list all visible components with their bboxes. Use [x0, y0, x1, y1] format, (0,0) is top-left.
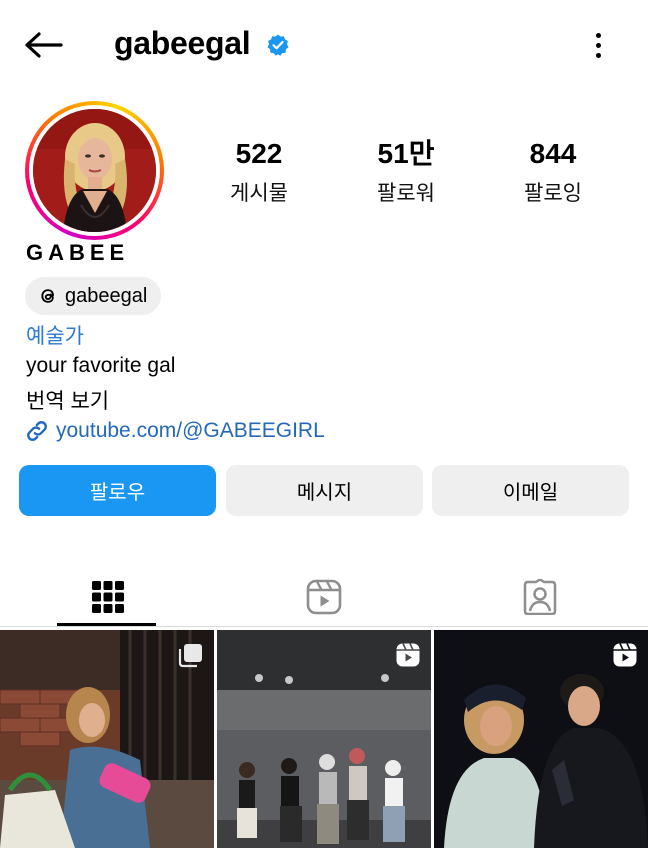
reels-icon: [396, 643, 420, 667]
posts-label: 게시물: [230, 182, 288, 205]
profile-category: 예술가: [26, 325, 84, 348]
tab-tagged[interactable]: [432, 567, 648, 627]
profile-link-text: youtube.com/@GABEEGIRL: [56, 419, 325, 442]
threads-icon: [41, 289, 54, 303]
stat-posts[interactable]: 522 게시물: [199, 137, 319, 207]
carousel-icon: [178, 644, 202, 668]
threads-handle: gabeegal: [65, 284, 148, 307]
following-count: 844: [529, 138, 577, 169]
display-name: GABEE: [26, 240, 130, 265]
stat-followers[interactable]: 51만 팔로워: [346, 137, 466, 207]
tagged-icon: [523, 579, 557, 615]
verified-badge-icon: [267, 34, 289, 56]
message-button[interactable]: 메시지: [226, 465, 423, 516]
post-thumbnail[interactable]: [217, 630, 431, 848]
tab-reels[interactable]: [216, 567, 432, 627]
reels-icon: [306, 579, 342, 615]
profile-avatar: [33, 109, 156, 232]
tab-posts-grid[interactable]: [0, 567, 216, 627]
profile-header: gabeegal: [0, 0, 648, 90]
following-label: 팔로잉: [524, 182, 582, 205]
see-translation-link[interactable]: 번역 보기: [26, 385, 109, 415]
grid-icon: [92, 581, 124, 613]
reels-icon: [613, 643, 637, 667]
profile-link[interactable]: youtube.com/@GABEEGIRL: [24, 418, 325, 444]
story-ring[interactable]: [25, 101, 164, 240]
link-icon: [27, 421, 47, 441]
posts-count: 522: [235, 138, 283, 169]
tab-divider: [0, 626, 648, 627]
stat-following[interactable]: 844 팔로잉: [493, 137, 613, 207]
profile-username: gabeegal: [114, 25, 251, 61]
more-options-button[interactable]: [584, 28, 612, 62]
more-vertical-icon: [595, 32, 601, 38]
post-thumbnail[interactable]: [434, 630, 648, 848]
followers-label: 팔로워: [377, 182, 435, 205]
back-button[interactable]: [22, 28, 64, 62]
threads-badge[interactable]: gabeegal: [25, 277, 162, 315]
post-thumbnail[interactable]: [0, 630, 214, 848]
arrow-left-icon: [25, 32, 63, 58]
follow-button[interactable]: 팔로우: [19, 465, 216, 516]
profile-bio: your favorite gal: [26, 354, 176, 377]
followers-count: 51만: [377, 138, 435, 169]
email-button[interactable]: 이메일: [432, 465, 629, 516]
